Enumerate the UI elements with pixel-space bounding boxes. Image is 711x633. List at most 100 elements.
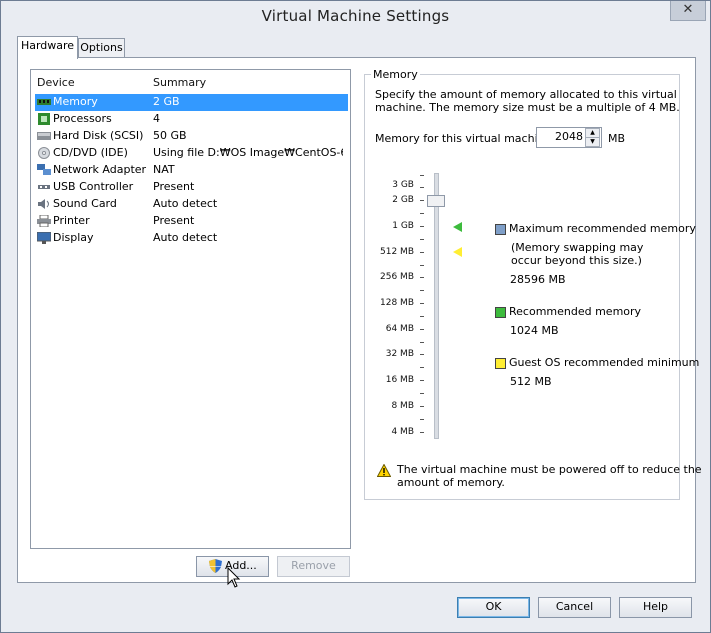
scale-tick (420, 419, 424, 420)
device-summary: Present (153, 214, 195, 227)
memory-description-line1: Specify the amount of memory allocated t… (375, 88, 677, 101)
close-icon: ✕ (682, 2, 694, 17)
scale-label: 512 MB (380, 247, 414, 257)
min-legend-title: Guest OS recommended minimum (509, 356, 700, 369)
device-row-display[interactable]: Display Auto detect (35, 230, 348, 247)
device-summary: 4 (153, 112, 160, 125)
device-row-memory[interactable]: Memory 2 GB (35, 94, 348, 111)
remove-button[interactable]: Remove (277, 556, 350, 577)
title-bar[interactable]: Virtual Machine Settings ✕ (1, 1, 710, 31)
scale-label: 64 MB (385, 324, 414, 334)
scale-tick (420, 265, 424, 266)
device-name: Memory (53, 95, 98, 108)
warning-line2: amount of memory. (397, 476, 505, 489)
cancel-button[interactable]: Cancel (538, 597, 611, 618)
uac-shield-icon (209, 559, 222, 573)
scale-label: 1 GB (392, 221, 414, 231)
device-summary: 2 GB (153, 95, 180, 108)
min-legend-value: 512 MB (510, 375, 552, 388)
device-list[interactable]: Device Summary Memory 2 GB Processors 4 … (30, 69, 351, 549)
scale-tick (420, 187, 424, 188)
scale-label: 256 MB (380, 272, 414, 282)
scale-tick (420, 290, 424, 291)
device-name: Hard Disk (SCSI) (53, 129, 144, 142)
max-legend-note-line1: (Memory swapping may (511, 241, 644, 254)
recommended-marker (453, 222, 462, 232)
device-summary: NAT (153, 163, 175, 176)
display-icon (37, 232, 51, 244)
scale-label: 8 MB (391, 401, 414, 411)
device-summary: 50 GB (153, 129, 187, 142)
device-name: Processors (53, 112, 112, 125)
scale-tick (420, 200, 424, 201)
vm-settings-window: Virtual Machine Settings ✕ Hardware Opti… (0, 0, 711, 633)
mouse-cursor-icon (227, 567, 241, 588)
device-name: CD/DVD (IDE) (53, 146, 128, 159)
device-summary: Using file D:₩OS Image₩CentOS-6.... (153, 146, 343, 159)
rec-legend-swatch (495, 307, 506, 318)
scale-tick (420, 380, 424, 381)
device-row-usb-controller[interactable]: USB Controller Present (35, 179, 348, 196)
scale-tick (420, 316, 424, 317)
scale-tick (420, 406, 424, 407)
scale-label: 32 MB (385, 349, 414, 359)
scale-tick (420, 303, 424, 304)
scale-tick (420, 226, 424, 227)
network-adapter-icon (37, 164, 51, 175)
device-summary: Auto detect (153, 197, 218, 210)
memory-slider-track[interactable] (434, 173, 439, 439)
close-button[interactable]: ✕ (670, 1, 706, 21)
device-name: Sound Card (53, 197, 117, 210)
device-row-processors[interactable]: Processors 4 (35, 111, 348, 128)
device-summary: Present (153, 180, 195, 193)
usb-icon (38, 185, 50, 189)
ok-button[interactable]: OK (457, 597, 530, 618)
device-name: Network Adapter (53, 163, 147, 176)
device-name: Display (53, 231, 94, 244)
hard-disk-icon (37, 132, 51, 140)
rec-legend-title: Recommended memory (509, 305, 642, 318)
scale-tick (420, 252, 424, 253)
device-name: Printer (53, 214, 90, 227)
minimum-marker (453, 247, 462, 257)
scale-tick (420, 175, 424, 176)
max-legend-swatch (495, 224, 506, 235)
device-row-network-adapter[interactable]: Network Adapter NAT (35, 162, 348, 179)
printer-icon (37, 215, 51, 227)
warning-icon (377, 464, 391, 477)
scale-tick (420, 213, 424, 214)
memory-icon (37, 99, 51, 105)
memory-spinbox[interactable]: 2048 ▲ ▼ (536, 127, 602, 148)
scale-tick (420, 277, 424, 278)
cd-dvd-icon (38, 147, 50, 159)
help-button[interactable]: Help (619, 597, 692, 618)
device-row-sound-card[interactable]: Sound Card Auto detect (35, 196, 348, 213)
device-row-printer[interactable]: Printer Present (35, 213, 348, 230)
memory-slider-thumb[interactable] (427, 195, 445, 207)
window-title: Virtual Machine Settings (261, 7, 450, 25)
max-legend-value: 28596 MB (510, 273, 566, 286)
tab-hardware[interactable]: Hardware (17, 36, 78, 59)
device-summary: Auto detect (153, 231, 218, 244)
scale-tick (420, 393, 424, 394)
device-row-cd-dvd[interactable]: CD/DVD (IDE) Using file D:₩OS Image₩Cent… (35, 145, 348, 162)
memory-decrement-button[interactable]: ▼ (585, 137, 600, 147)
scale-label: 16 MB (385, 375, 414, 385)
summary-column-header[interactable]: Summary (153, 76, 206, 89)
scale-tick (420, 354, 424, 355)
memory-field-label: Memory for this virtual machine: (375, 132, 556, 145)
scale-tick (420, 329, 424, 330)
warning-line1: The virtual machine must be powered off … (397, 463, 702, 476)
memory-unit-label: MB (608, 132, 626, 145)
scale-label: 128 MB (380, 298, 414, 308)
device-row-hard-disk[interactable]: Hard Disk (SCSI) 50 GB (35, 128, 348, 145)
max-legend-note-line2: occur beyond this size.) (511, 254, 642, 267)
tab-options[interactable]: Options (78, 38, 125, 58)
device-column-header[interactable]: Device (37, 76, 75, 89)
memory-value-input[interactable]: 2048 (555, 130, 583, 143)
processor-icon (38, 113, 50, 125)
scale-label: 3 GB (392, 180, 414, 190)
scale-tick (420, 432, 424, 433)
scale-tick (420, 367, 424, 368)
scale-tick (420, 239, 424, 240)
